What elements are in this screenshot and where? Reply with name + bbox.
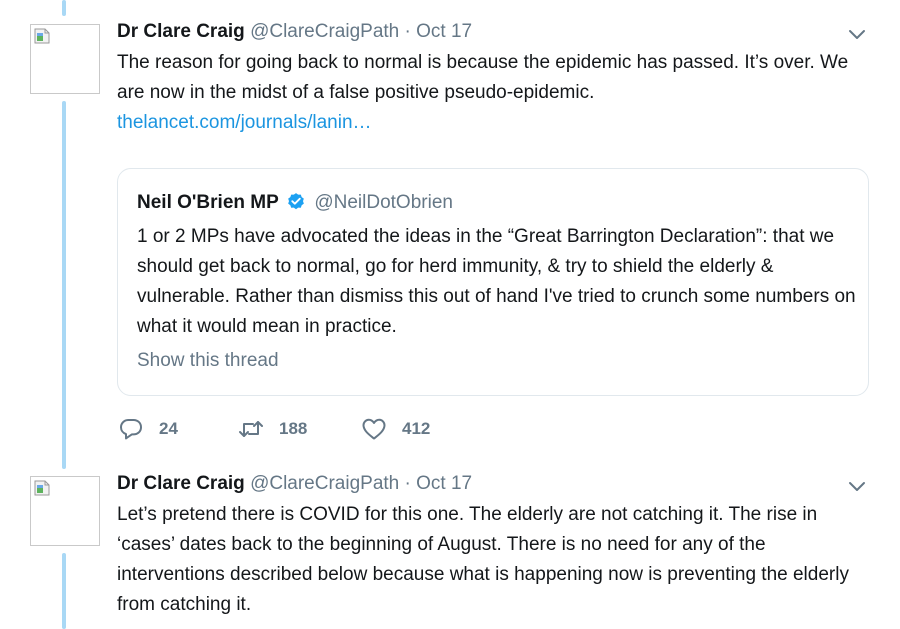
quote-text: 1 or 2 MPs have advocated the ideas in t… [137,226,856,337]
avatar[interactable] [30,24,100,94]
quoted-tweet-card[interactable]: Neil O'Brien MP @NeilDotObrien 1 or 2 MP… [117,168,869,396]
separator-dot: · [404,473,411,494]
like-button[interactable]: 412 [360,414,430,444]
avatar[interactable] [30,476,100,546]
tweet-text: Let’s pretend there is COVID for this on… [117,500,877,620]
author-handle[interactable]: @ClareCraigPath [250,473,399,494]
tweet-header: Dr Clare Craig @ClareCraigPath · Oct 17 [117,472,472,496]
like-count: 412 [402,419,431,438]
tweet-date[interactable]: Oct 17 [416,21,472,42]
thread-line-bottom [62,553,66,629]
reply-icon [120,419,142,440]
chevron-down-icon[interactable] [846,23,868,45]
quote-author-handle[interactable]: @NeilDotObrien [314,192,453,213]
tweet-body: Let’s pretend there is COVID for this on… [117,504,849,615]
author-handle[interactable]: @ClareCraigPath [250,21,399,42]
verified-badge-icon [288,193,304,210]
quote-header: Neil O'Brien MP @NeilDotObrien [137,191,453,215]
separator-dot: · [404,21,411,42]
chevron-down-icon[interactable] [846,475,868,497]
quote-author-name[interactable]: Neil O'Brien MP [137,192,279,213]
show-thread-link[interactable]: Show this thread [137,349,279,373]
tweet-date[interactable]: Oct 17 [416,473,472,494]
author-name[interactable]: Dr Clare Craig [117,473,245,494]
tweet-link[interactable]: thelancet.com/journals/lanin… [117,108,877,138]
broken-image-icon [34,28,50,44]
thread-line-middle [62,101,66,469]
retweet-button[interactable]: 188 [237,414,307,444]
tweet-body: The reason for going back to normal is b… [117,52,849,103]
heart-icon [362,418,386,440]
tweet-text: The reason for going back to normal is b… [117,48,877,138]
author-name[interactable]: Dr Clare Craig [117,21,245,42]
reply-count: 24 [159,419,178,438]
reply-button[interactable]: 24 [117,414,178,444]
tweet-header: Dr Clare Craig @ClareCraigPath · Oct 17 [117,20,472,44]
retweet-icon [239,421,263,437]
retweet-count: 188 [279,419,308,438]
broken-image-icon [34,480,50,496]
thread-line-top [62,0,66,16]
